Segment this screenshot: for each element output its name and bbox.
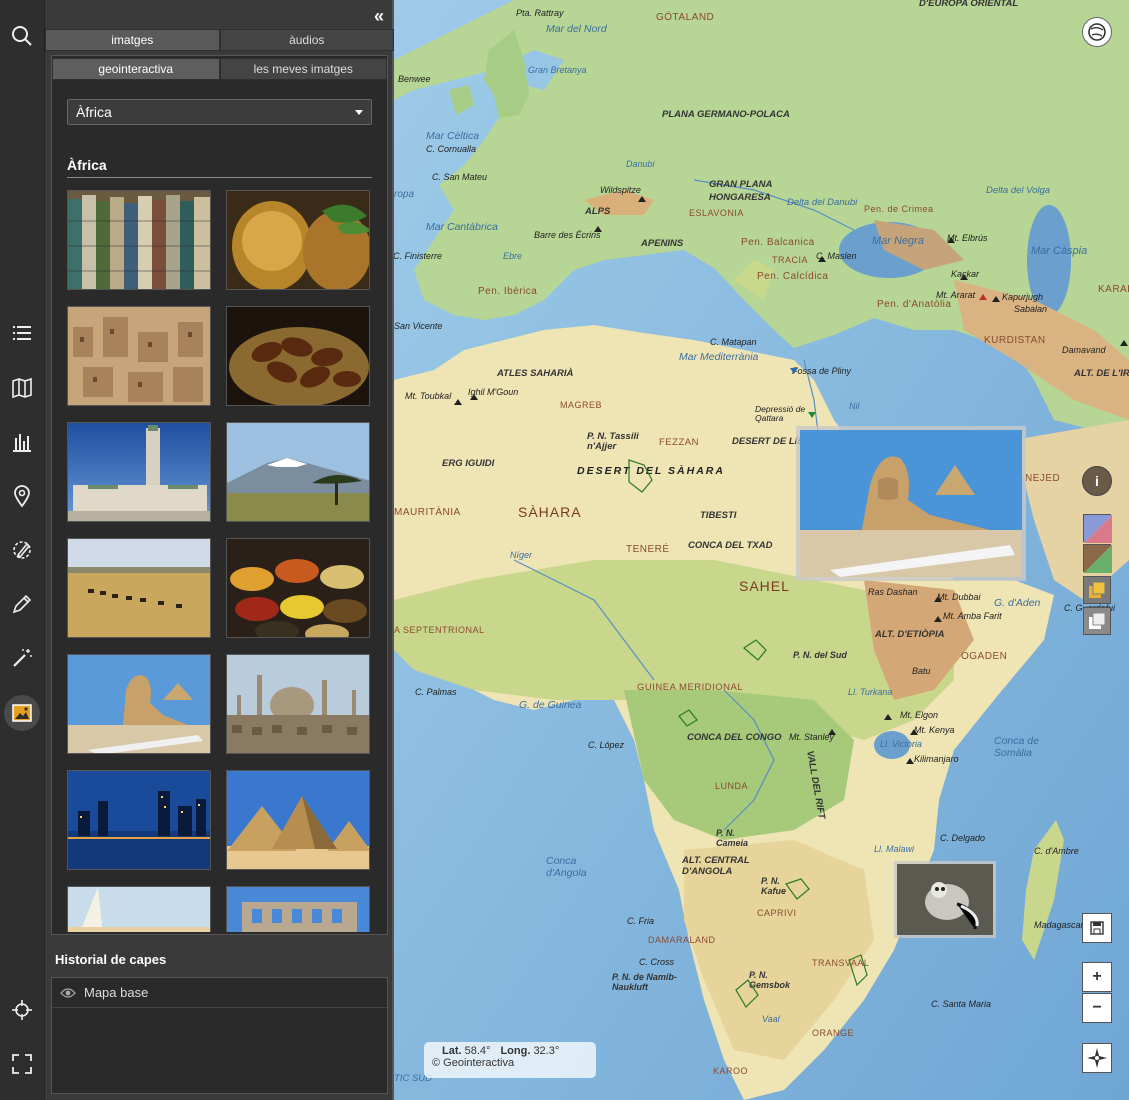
region-select[interactable]: Àfrica [67, 99, 372, 125]
fullscreen-icon[interactable] [7, 1049, 37, 1079]
long-label: Long. [500, 1045, 531, 1057]
layer-history-title: Historial de capes [55, 952, 167, 967]
thumbnail-kasbah[interactable] [67, 306, 211, 406]
media-tabs: imatges àudios [45, 29, 394, 51]
tab-audios[interactable]: àudios [219, 29, 394, 51]
list-icon[interactable] [7, 318, 37, 348]
thumbnail-cairo-mosque[interactable] [226, 654, 370, 754]
chevron-down-icon [355, 110, 363, 115]
thumbnail-hassan-mosque[interactable] [67, 422, 211, 522]
map-image-popup-lemur[interactable] [894, 861, 996, 938]
layers-overlay-icon[interactable] [1083, 607, 1111, 635]
layer-list: Mapa base [51, 977, 388, 1094]
layer-history: Historial de capes Mapa base [45, 944, 394, 1100]
thumbnail-sail[interactable] [67, 886, 211, 932]
region-select-value: Àfrica [76, 104, 112, 120]
lat-label: Lat. [442, 1045, 462, 1057]
search-icon[interactable] [7, 21, 37, 51]
layer-swatch-physical-icon[interactable] [1083, 544, 1112, 573]
save-map-button[interactable] [1082, 913, 1112, 943]
layer-swatch-political-icon[interactable] [1083, 514, 1112, 543]
eye-icon[interactable] [60, 987, 76, 999]
globe-icon[interactable] [1082, 17, 1112, 47]
zoom-out-button[interactable]: − [1082, 993, 1112, 1023]
thumbnail-pyramids[interactable] [226, 770, 370, 870]
chart-icon[interactable] [7, 427, 37, 457]
draw-icon[interactable] [7, 535, 37, 565]
wand-icon[interactable] [7, 643, 37, 673]
thumbnail-mint-tea[interactable] [226, 190, 370, 290]
image-source-tabs: geointeractiva les meves imatges [52, 58, 387, 80]
tool-rail [0, 0, 45, 1100]
crosshair-icon[interactable] [7, 995, 37, 1025]
compass-icon [1087, 1048, 1107, 1068]
thumbnail-city-night[interactable] [67, 770, 211, 870]
thumbnail-savanna[interactable] [67, 538, 211, 638]
thumbnail-sphinx[interactable] [67, 654, 211, 754]
zoom-in-button[interactable]: + [1082, 962, 1112, 992]
section-title: Àfrica [67, 157, 372, 178]
collapse-panel-button[interactable]: « [374, 6, 384, 27]
pencil-icon[interactable] [7, 589, 37, 619]
layer-name: Mapa base [84, 985, 149, 1000]
compass-button[interactable] [1082, 1043, 1112, 1073]
info-button[interactable]: i [1082, 466, 1112, 496]
save-icon [1090, 921, 1104, 935]
map-image-popup-sphinx[interactable] [796, 426, 1026, 581]
image-icon[interactable] [4, 695, 40, 731]
thumbnail-ruins[interactable] [226, 886, 370, 932]
thumbnail-carpets[interactable] [67, 190, 211, 290]
image-grid [67, 190, 372, 932]
layer-row[interactable]: Mapa base [52, 978, 387, 1008]
copyright-text: © Geointeractiva [432, 1057, 515, 1069]
side-panel: « imatges àudios geointeractiva les meve… [45, 0, 394, 1100]
pin-icon[interactable] [7, 481, 37, 511]
tab-geointeractiva[interactable]: geointeractiva [52, 58, 220, 80]
coordinates-box: Lat. 58.4° Long. 32.3° © Geointeractiva [424, 1042, 596, 1078]
map-view[interactable]: Pta. Rattray Mar del Nord GÖTALAND D'EUR… [394, 0, 1129, 1100]
thumbnail-dates[interactable] [226, 306, 370, 406]
thumbnail-spices[interactable] [226, 538, 370, 638]
layers-stack-icon[interactable] [1083, 576, 1111, 604]
tab-images[interactable]: imatges [45, 29, 220, 51]
tab-my-images[interactable]: les meves imatges [219, 58, 387, 80]
map-book-icon[interactable] [7, 373, 37, 403]
lat-value: 58.4° [464, 1045, 491, 1057]
thumbnail-kilimanjaro[interactable] [226, 422, 370, 522]
images-panel: geointeractiva les meves imatges Àfrica … [51, 55, 388, 935]
long-value: 32.3° [533, 1045, 560, 1057]
